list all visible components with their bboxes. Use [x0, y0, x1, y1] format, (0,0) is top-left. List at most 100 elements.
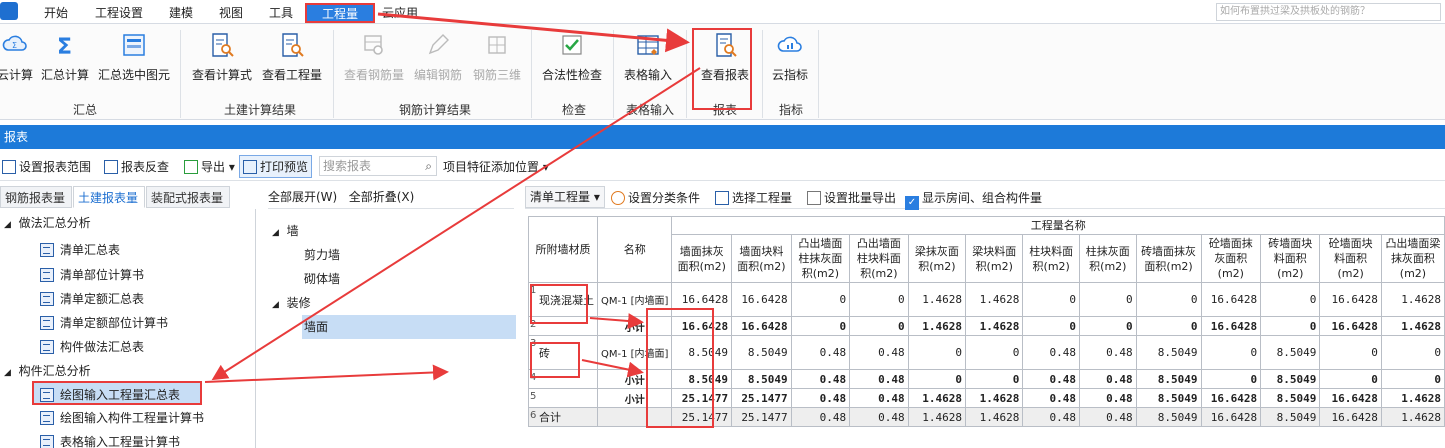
category-decor[interactable]: ◢ 装修: [272, 291, 311, 315]
feature-position-dropdown[interactable]: 项目特征添加位置 ▾: [443, 158, 549, 175]
select-quantity-label: 选择工程量: [732, 191, 793, 205]
table-row[interactable]: 4 小计 8.5049 8.5049 0.48 0.48 0 0 0.48 0.48 8.5049 0…: [528, 369, 1445, 389]
table-row[interactable]: 1 现浇混凝土 QM-1 [内墙面] 16.6428 16.6428 0 0 1.4628 1.…: [528, 282, 1445, 317]
cloud-index-button[interactable]: 云指标: [768, 32, 812, 83]
menu-modeling[interactable]: 建模: [169, 4, 193, 21]
quantity-cell: 16.6428: [731, 282, 792, 317]
category-masonry-wall[interactable]: 砌体墙: [304, 267, 340, 291]
table-input-icon: [637, 35, 659, 55]
quantity-type-dropdown[interactable]: 清单工程量 ▾: [525, 186, 605, 208]
table-row[interactable]: 3 砖 QM-1 [内墙面] 8.5049 8.5049 0.48 0.48 0 0 0.48 0.…: [528, 335, 1445, 370]
tree-item-label: 清单定额汇总表: [60, 292, 145, 306]
quantity-cell: 0.48: [849, 369, 909, 389]
quantity-cell: 8.5049: [1135, 369, 1202, 389]
legality-check-button[interactable]: 合法性检查: [538, 32, 606, 83]
collapse-all-button[interactable]: 全部折叠(X): [349, 190, 415, 204]
row-name: 小计: [596, 388, 673, 408]
quantity-cell: 1.4628: [1380, 407, 1445, 427]
tree-item-bill-part[interactable]: 清单部位计算书: [0, 263, 256, 287]
ribbon: Σ 云计算 Σ 汇总计算 汇总选中图元 查看计算式 查看工程量 查看钢筋量 编辑…: [0, 24, 1445, 120]
view-rebar-button[interactable]: 查看钢筋量: [342, 32, 406, 83]
quantity-cell: 0: [849, 282, 909, 317]
tree-item-component-method[interactable]: 构件做法汇总表: [0, 335, 256, 359]
category-shear-wall[interactable]: 剪力墙: [304, 243, 340, 267]
set-range-button[interactable]: 设置报表范围: [2, 158, 91, 175]
quantity-cell: 8.5049: [671, 369, 733, 389]
quantity-cell: 16.6428: [1319, 316, 1382, 336]
printer-icon: [243, 160, 257, 174]
category-wall[interactable]: ◢ 墙: [272, 219, 299, 243]
tree-item-bill-summary[interactable]: 清单汇总表: [0, 238, 256, 262]
collapse-icon: ◢: [4, 368, 11, 378]
sum-calc-button[interactable]: Σ 汇总计算: [39, 32, 91, 83]
tree-item-table-input[interactable]: 表格输入工程量计算书: [0, 430, 256, 448]
view-report-button[interactable]: 查看报表: [696, 32, 754, 83]
batch-export-button[interactable]: 设置批量导出: [807, 189, 896, 206]
quantity-cell: 0: [965, 369, 1024, 389]
gear-icon: [611, 191, 625, 205]
table-input-button[interactable]: 表格输入: [619, 32, 677, 83]
expand-all-button[interactable]: 全部展开(W): [268, 190, 337, 204]
cloud-calc-button[interactable]: Σ 云计算: [0, 32, 34, 83]
help-search-input[interactable]: 如何布置拱过梁及拱板处的钢筋？: [1216, 3, 1441, 21]
report-search-placeholder: 搜索报表: [323, 159, 372, 173]
tree-item-label: 表格输入工程量计算书: [60, 435, 181, 448]
quantity-cell: 0: [1260, 282, 1321, 317]
check-icon: [562, 35, 582, 55]
set-category-button[interactable]: 设置分类条件: [611, 189, 700, 206]
rebar-3d-button[interactable]: 钢筋三维: [470, 32, 524, 83]
quantity-cell: 0: [1022, 316, 1080, 336]
group-rebar-result: 钢筋计算结果: [398, 103, 471, 117]
group-civil-result: 土建计算结果: [223, 103, 296, 117]
tree-item-bill-quota-part[interactable]: 清单定额部位计算书: [0, 311, 256, 335]
header-quantity-col: 墙面块料面积(m2): [731, 234, 792, 283]
menu-quantity[interactable]: 工程量: [305, 3, 375, 23]
quantity-cell: 1.4628: [907, 388, 967, 408]
row-number: 1: [530, 285, 537, 296]
tree-item-bill-quota-summary[interactable]: 清单定额汇总表: [0, 287, 256, 311]
group-check: 检查: [561, 103, 586, 117]
quantity-cell: 1.4628: [965, 316, 1024, 336]
tab-civil-report[interactable]: 土建报表量: [73, 186, 145, 208]
quantity-cell: 16.6428: [1200, 407, 1262, 427]
report-check-icon: [104, 160, 118, 174]
tree-group-method[interactable]: ◢ 做法汇总分析: [0, 211, 256, 235]
tab-prefab-report[interactable]: 装配式报表量: [146, 186, 230, 208]
tab-rebar-report[interactable]: 钢筋报表量: [0, 186, 72, 208]
menu-tools[interactable]: 工具: [269, 4, 293, 21]
header-quantity-group: 工程量名称: [671, 216, 1445, 235]
table-row[interactable]: 2 小计 16.6428 16.6428 0 0 1.4628 1.4628 0 0 0 16.642…: [528, 316, 1445, 336]
quantity-toolbar: 清单工程量 ▾ 设置分类条件 选择工程量 设置批量导出 ✓ 显示房间、组合构件量: [525, 185, 1445, 210]
quantity-cell: 0: [790, 316, 851, 336]
edit-rebar-button[interactable]: 编辑钢筋: [411, 32, 465, 83]
print-preview-button[interactable]: 打印预览: [239, 155, 313, 178]
category-wall-face[interactable]: 墙面: [302, 315, 516, 339]
show-rooms-checkbox[interactable]: ✓ 显示房间、组合构件量: [905, 189, 1042, 210]
quantity-cell: 25.1477: [671, 407, 733, 427]
menu-start[interactable]: 开始: [44, 4, 68, 21]
quantity-cell: 1.4628: [1380, 388, 1445, 408]
report-doc-icon: [40, 340, 54, 354]
menu-project-settings[interactable]: 工程设置: [95, 4, 143, 21]
header-material: 所附墙材质: [528, 216, 598, 283]
tree-item-drawing-summary[interactable]: 绘图输入工程量汇总表: [32, 381, 202, 405]
report-check-button[interactable]: 报表反查: [104, 158, 169, 175]
row-number: 6: [530, 410, 537, 421]
sum-selected-button[interactable]: 汇总选中图元: [96, 32, 172, 83]
view-quantity-button[interactable]: 查看工程量: [260, 32, 324, 83]
menu-cloud-app[interactable]: 云应用: [382, 4, 418, 21]
view-formula-button[interactable]: 查看计算式: [190, 32, 254, 83]
report-doc-icon: [40, 292, 54, 306]
view-report-label: 查看报表: [700, 68, 749, 82]
menu-view[interactable]: 视图: [219, 4, 243, 21]
export-button[interactable]: 导出 ▾: [184, 158, 235, 175]
tree-item-drawing-component[interactable]: 绘图输入构件工程量计算书: [0, 406, 256, 430]
quantity-cell: 0: [1200, 335, 1262, 370]
quantity-cell: 0: [790, 282, 851, 317]
quantity-cell: 0: [1319, 335, 1382, 370]
tree-group-component[interactable]: ◢ 构件汇总分析: [0, 359, 256, 383]
select-quantity-button[interactable]: 选择工程量: [715, 189, 792, 206]
table-row[interactable]: 5 小计 25.1477 25.1477 0.48 0.48 1.4628 1.4628 0.4…: [528, 388, 1445, 408]
table-row[interactable]: 6 合计 25.1477 25.1477 0.48 0.48 1.4628 1.4628 0.4…: [528, 407, 1445, 427]
report-search-input[interactable]: 搜索报表 ⌕: [319, 156, 437, 176]
